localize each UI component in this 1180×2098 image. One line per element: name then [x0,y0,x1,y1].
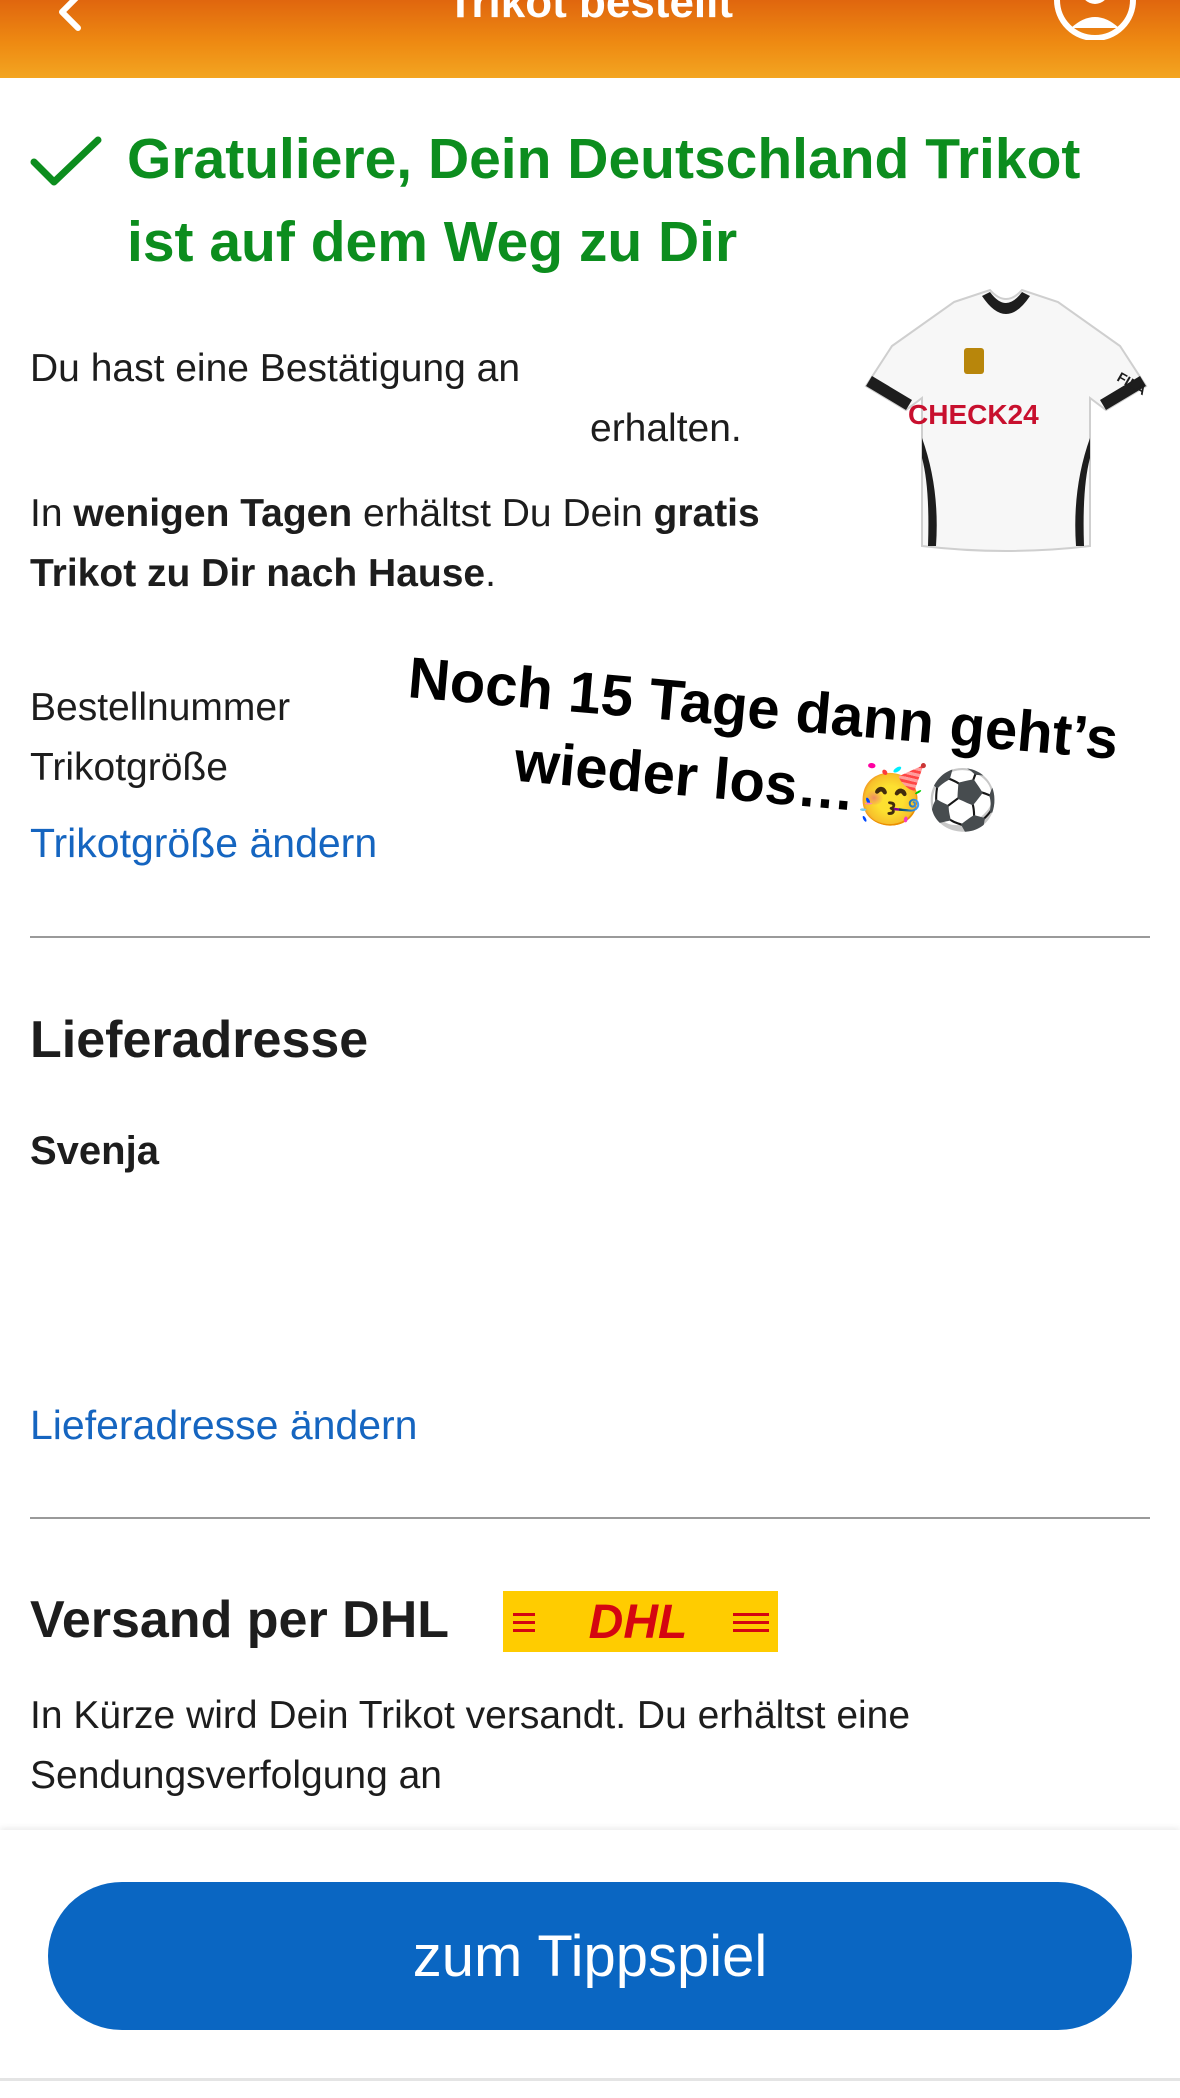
tippspiel-button[interactable]: zum Tippspiel [48,1882,1132,2030]
change-size-link[interactable]: Trikotgröße ändern [30,818,377,868]
recipient-name: Svenja [30,1129,159,1173]
jersey-brand: CHECK24 [908,399,1039,430]
success-title: Gratuliere, Dein Deutschland Trikot ist … [127,127,1081,274]
confirmation-text-end: erhalten. [590,407,742,450]
story-text-overlay: Noch 15 Tage dann geht’s wieder los…🥳⚽ [355,637,1165,854]
delivery-info-text: In wenigen Tagen erhältst Du Dein gratis… [30,484,850,604]
shipping-heading: Versand per DHL [30,1591,450,1649]
delivery-info-bold: wenigen Tagen [73,492,353,535]
account-icon[interactable] [1052,0,1138,40]
bottom-divider [0,2078,1180,2081]
confirmation-text-start: Du hast eine Bestätigung an [30,347,521,390]
checkmark-icon [30,136,102,186]
address-heading: Lieferadresse [30,1011,369,1069]
delivery-info-part: . [485,552,496,595]
confirmation-text: Du hast eine Bestätigung an erhalten. [30,339,850,459]
dhl-logo-text: DHL [589,1596,688,1649]
order-number-label: Bestellnummer [30,686,291,729]
section-divider [30,1517,1150,1519]
delivery-info-part: In [30,492,74,535]
page-title: Trikot bestellt [446,0,734,27]
shipping-text: In Kürze wird Dein Trikot versandt. Du e… [30,1694,911,1797]
jersey-image: CHECK24 FILA [864,288,1149,552]
app-header: Trikot bestellt [0,0,1180,78]
size-label: Trikotgröße [30,746,228,789]
change-address-link[interactable]: Lieferadresse ändern [30,1400,417,1450]
confirmation-text-end-line: erhalten. [30,399,850,459]
order-details: Bestellnummer Trikotgröße [30,678,290,798]
delivery-info-part: erhältst Du Dein [352,492,654,535]
dhl-logo: DHL [503,1591,778,1652]
section-divider [30,936,1150,938]
